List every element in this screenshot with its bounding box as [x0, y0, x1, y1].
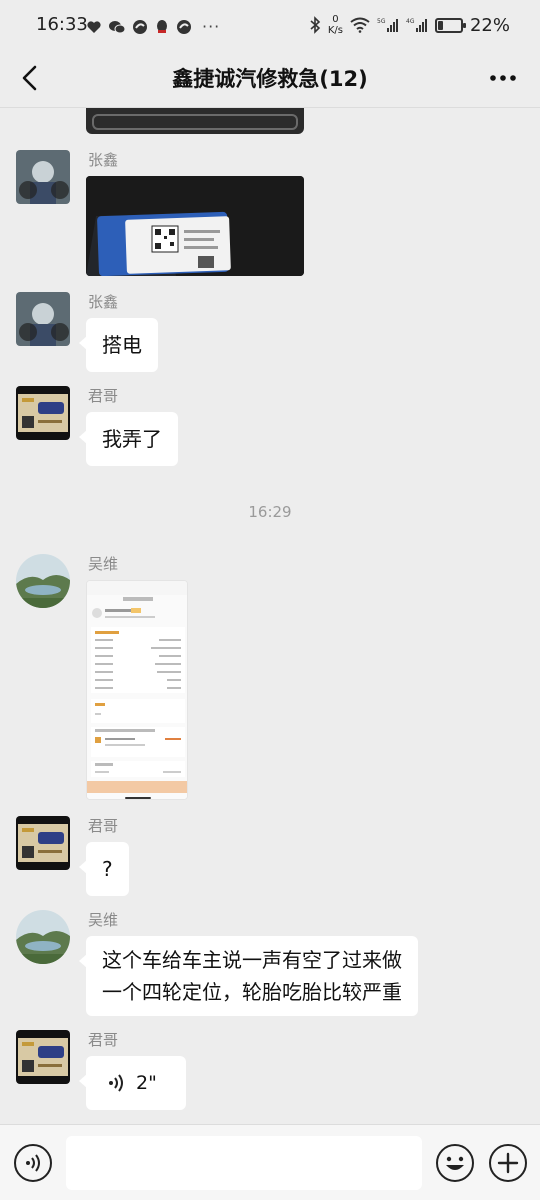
- emoji-button[interactable]: [436, 1144, 474, 1182]
- avatar[interactable]: [16, 292, 70, 346]
- sender-name: 君哥: [88, 1031, 119, 1049]
- avatar[interactable]: [16, 150, 70, 204]
- avatar[interactable]: [16, 554, 70, 608]
- message-text-line: 一个四轮定位，轮胎吃胎比较严重: [102, 980, 402, 1004]
- sender-name: 张鑫: [88, 293, 119, 311]
- message-item: 吴维: [16, 554, 516, 804]
- avatar[interactable]: [16, 910, 70, 964]
- message-text: ?: [102, 857, 113, 881]
- emoji-icon: [446, 1156, 464, 1170]
- avatar[interactable]: [16, 1030, 70, 1084]
- more-horizontal-icon: [490, 75, 516, 81]
- svg-text:5G: 5G: [377, 18, 386, 25]
- signal-5g-icon: 5G: [377, 18, 398, 32]
- message-input[interactable]: [66, 1136, 422, 1190]
- browser-icon: [177, 19, 191, 34]
- text-bubble[interactable]: 搭电: [79, 318, 158, 372]
- message-text-line: 这个车给车主说一声有空了过来做: [102, 948, 402, 972]
- chat-title: 鑫捷诚汽修救急(12): [172, 67, 368, 91]
- sender-name: 吴维: [88, 555, 119, 573]
- message-item: 张鑫: [16, 150, 516, 280]
- voice-input-button[interactable]: [14, 1144, 52, 1182]
- text-bubble[interactable]: ?: [79, 842, 129, 896]
- plus-button[interactable]: [489, 1144, 527, 1182]
- message-item: 君哥 ?: [16, 816, 516, 896]
- sender-name: 君哥: [88, 387, 119, 405]
- voice-bubble[interactable]: 2": [79, 1056, 186, 1110]
- status-time: 16:33: [36, 14, 88, 35]
- message-item: 君哥 2": [16, 1030, 516, 1110]
- sender-name: 君哥: [88, 817, 119, 835]
- image-message[interactable]: [86, 176, 304, 276]
- notification-icons: ···: [86, 17, 220, 36]
- sender-name: 吴维: [88, 911, 119, 929]
- status-bar: 16:33 ··· 0 K/s 5G 4G 22%: [0, 0, 540, 50]
- message-item: 张鑫 搭电: [16, 292, 516, 372]
- chat-header: 鑫捷诚汽修救急(12): [0, 50, 540, 108]
- network-speed-value: 0: [332, 14, 339, 25]
- battery-icon: [434, 17, 466, 33]
- voice-icon: [26, 1154, 40, 1172]
- image-message[interactable]: [86, 580, 188, 800]
- sender-name: 张鑫: [88, 151, 119, 169]
- network-speed: 0 K/s: [328, 14, 343, 36]
- network-speed-unit: K/s: [327, 25, 343, 36]
- text-bubble[interactable]: 这个车给车主说一声有空了过来做 一个四轮定位，轮胎吃胎比较严重: [79, 936, 418, 1016]
- plus-icon: [497, 1152, 519, 1174]
- message-text: 我弄了: [102, 427, 162, 451]
- wechat-icon: [109, 20, 126, 33]
- avatar[interactable]: [16, 386, 70, 440]
- voice-wave-icon: [109, 1074, 123, 1092]
- svg-text:4G: 4G: [406, 18, 415, 25]
- voice-duration: 2": [136, 1072, 157, 1094]
- signal-4g-icon: 4G: [406, 18, 427, 32]
- heart-icon: [87, 20, 101, 33]
- message-list[interactable]: 张鑫 张鑫 搭电 君哥 我弄了 16:29 吴维 君哥 ? 吴维 这个车给车主说…: [0, 108, 540, 1124]
- message-item: 吴维 这个车给车主说一声有空了过来做 一个四轮定位，轮胎吃胎比较严重: [16, 910, 516, 1020]
- text-bubble[interactable]: 我弄了: [79, 412, 178, 466]
- more-notifications-icon: ···: [202, 17, 221, 36]
- bluetooth-icon: [310, 16, 321, 34]
- battery-percent: 22%: [469, 14, 510, 36]
- message-timestamp: 16:29: [248, 503, 292, 521]
- message-text: 搭电: [102, 333, 142, 357]
- wifi-icon: [350, 17, 370, 33]
- browser-icon: [133, 19, 147, 34]
- more-button[interactable]: [486, 62, 520, 94]
- qq-icon: [157, 19, 167, 33]
- system-icons: 0 K/s 5G 4G 22%: [309, 14, 510, 36]
- avatar[interactable]: [16, 816, 70, 870]
- message-item: 君哥 我弄了: [16, 386, 516, 466]
- image-message-partial[interactable]: [86, 108, 304, 134]
- input-bar: [0, 1124, 540, 1200]
- battery-level: [437, 20, 443, 30]
